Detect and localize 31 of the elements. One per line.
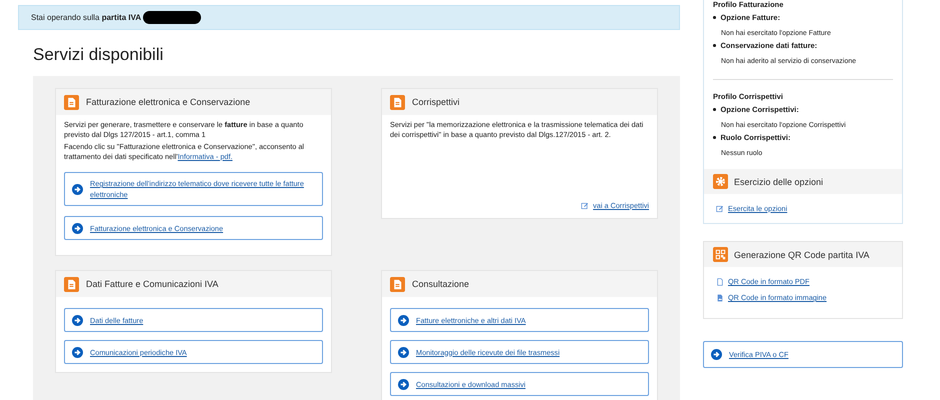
file-icon [716, 278, 724, 286]
bullet-icon [713, 108, 716, 111]
bullet-icon [713, 136, 716, 139]
arrow-right-icon [398, 378, 409, 390]
document-icon [64, 276, 79, 292]
card-title: Esercizio delle opzioni [734, 176, 824, 186]
card-title: Fatturazione elettronica e Conservazione [86, 97, 250, 107]
document-icon [390, 94, 405, 110]
edit-icon [581, 202, 590, 210]
arrow-right-icon [398, 346, 409, 358]
page-heading: Servizi disponibili [33, 44, 164, 66]
arrow-right-icon [711, 349, 722, 360]
arrow-right-icon [72, 314, 83, 326]
arrow-right-icon [398, 314, 409, 326]
gear-icon [713, 174, 728, 189]
document-icon [64, 94, 79, 110]
arrow-right-icon [72, 184, 83, 194]
bullet-icon [713, 16, 716, 19]
card-title: Generazione QR Code partita IVA [734, 250, 870, 260]
card-title: Dati Fatture e Comunicazioni IVA [86, 279, 218, 289]
document-icon [390, 276, 405, 292]
redacted-value [143, 11, 202, 24]
edit-icon [716, 204, 724, 212]
card-title: Consultazione [412, 279, 470, 289]
arrow-right-icon [72, 346, 83, 358]
card-title: Corrispettivi [412, 97, 460, 107]
qr-code-icon [713, 247, 728, 262]
bullet-icon [713, 44, 716, 47]
image-file-icon [716, 294, 724, 302]
arrow-right-icon [72, 222, 83, 234]
banner-text: Stai operando sulla partita IVA [31, 13, 142, 22]
